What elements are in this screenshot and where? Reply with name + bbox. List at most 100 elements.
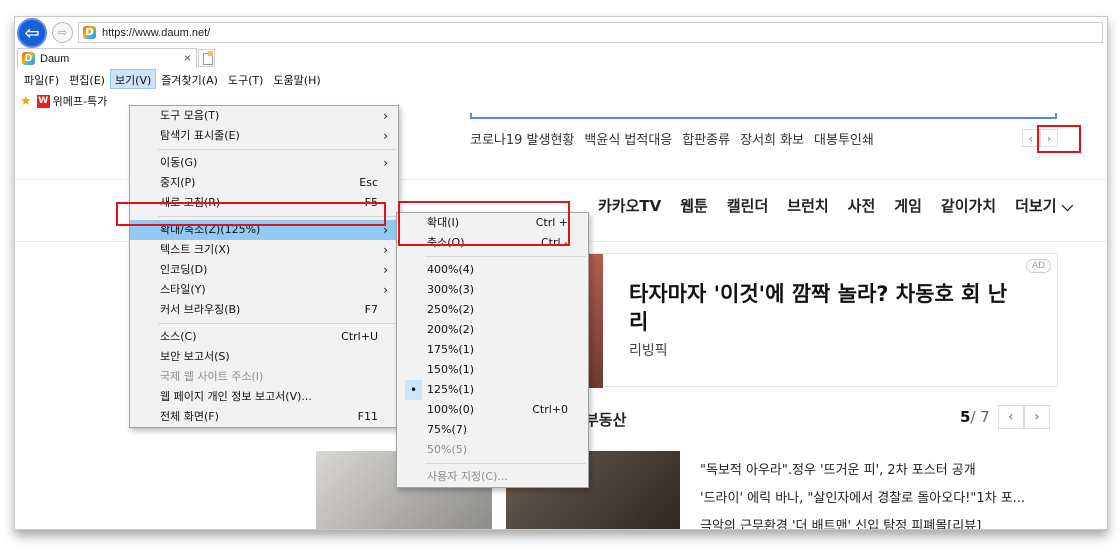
menu-item[interactable]: 250%(2) (397, 300, 588, 320)
menu-item-label: 150%(1) (427, 363, 475, 376)
submenu-arrow-icon: › (383, 129, 388, 143)
menu-item-label: 인코딩(D) (160, 263, 208, 276)
menu-item[interactable]: 175%(1) (397, 340, 588, 360)
menu-item[interactable]: 전체 화면(F) F11 (130, 407, 398, 427)
menu-item-label: 175%(1) (427, 343, 475, 356)
search-box-edge[interactable] (470, 113, 1057, 119)
wemakeprice-icon: W (36, 94, 50, 108)
close-tab-icon[interactable]: × (184, 51, 191, 65)
daum-favicon-icon: D (83, 26, 96, 39)
submenu-arrow-icon: › (383, 283, 388, 297)
menubar-item[interactable]: 도구(T) (223, 69, 269, 89)
menu-item[interactable]: 이동(G) › (130, 153, 398, 173)
menu-item-label: 전체 화면(F) (160, 410, 219, 423)
pager-total: / 7 (970, 408, 990, 426)
annotation-box-zoom-in-out (398, 201, 570, 246)
menu-item[interactable]: 도구 모음(T) › (130, 106, 398, 126)
service-link[interactable]: 브런치 (787, 195, 828, 216)
menubar-item[interactable]: 보기(V) (109, 69, 157, 89)
screenshot-stage: ⇦ ⇨ D https://www.daum.net/ D Daum × 파일(… (0, 0, 1120, 552)
menu-item-label: 소스(C) (160, 330, 197, 343)
menu-item[interactable]: 소스(C) Ctrl+U (130, 327, 398, 347)
ad-title[interactable]: 타자마자 '이것'에 깜짝 놀라? 차동호 회 난리 (629, 280, 1019, 336)
menubar-item[interactable]: 파일(F) (19, 69, 64, 89)
news-pager: 5 / 7 ‹ › (960, 405, 1050, 429)
favorite-item[interactable]: 위메프-특가 (53, 93, 108, 109)
menubar-item[interactable]: 즐겨찾기(A) (156, 69, 223, 89)
ad-banner[interactable]: AD 타자마자 '이것'에 깜짝 놀라? 차동호 회 난리 리빙픽 (588, 253, 1058, 388)
menu-item[interactable]: 커서 브라우징(B) F7 (130, 300, 398, 320)
menu-separator (425, 256, 586, 257)
menu-item: 사용자 지정(C)... (397, 467, 588, 487)
news-prev-icon[interactable]: ‹ (997, 405, 1024, 429)
tab-real-estate[interactable]: 부동산 (585, 409, 626, 430)
menu-item-label: 400%(4) (427, 263, 475, 276)
menu-item[interactable]: 스타일(Y) › (130, 280, 398, 300)
trending-keyword[interactable]: 코로나19 발생현황 (470, 129, 574, 148)
menubar-item[interactable]: 도움말(H) (268, 69, 325, 89)
ad-badge: AD (1025, 259, 1051, 273)
menubar-item[interactable]: 편집(E) (64, 69, 110, 89)
service-link[interactable]: 캘린더 (727, 195, 768, 216)
menu-item-label: 100%(0) (427, 403, 475, 416)
menu-item-shortcut: Esc (359, 176, 378, 189)
service-link[interactable]: 게임 (894, 195, 922, 216)
menu-item[interactable]: 보안 보고서(S) (130, 347, 398, 367)
menu-item[interactable]: 150%(1) (397, 360, 588, 380)
service-link[interactable]: 더보기 ⌵ (1015, 195, 1073, 216)
service-link[interactable]: 카카오TV (598, 195, 661, 216)
submenu-arrow-icon: › (383, 109, 388, 123)
menu-item[interactable]: 200%(2) (397, 320, 588, 340)
headline-item[interactable]: "독보적 아우라".정우 '뜨거운 피', 2차 포스터 공개 (700, 457, 1025, 485)
pager-current: 5 (960, 408, 971, 426)
menu-item[interactable]: • 125%(1) (397, 380, 588, 400)
favorites-star-icon[interactable]: ★ (20, 94, 32, 109)
service-link[interactable]: 사전 (848, 195, 876, 216)
menu-item-label: 국제 웹 사이트 주소(I) (160, 370, 264, 383)
zoom-submenu: 확대(I) Ctrl + 축소(O) Ctrl -400%(4) 300%(3) 250%… (396, 212, 589, 488)
trending-keyword[interactable]: 장서희 화보 (740, 129, 804, 148)
menu-separator (158, 323, 396, 324)
checked-bullet-icon: • (405, 380, 422, 400)
view-menu: 도구 모음(T) › 탐색기 표시줄(E) › 이동(G) › 중지(P) Esc 새로 고침(… (129, 105, 399, 428)
menu-item[interactable]: 웹 페이지 개인 정보 보고서(V)... (130, 387, 398, 407)
headline-list: "독보적 아우라".정우 '뜨거운 피', 2차 포스터 공개 '드라이' 에릭 … (700, 457, 1025, 529)
service-nav: 카카오TV 웹툰 캘린더 브런치 사전 게임 같이가치 더보기 ⌵ (598, 195, 1092, 216)
back-button[interactable]: ⇦ (17, 18, 47, 48)
menu-item-label: 웹 페이지 개인 정보 보고서(V)... (160, 390, 312, 403)
submenu-arrow-icon: › (383, 263, 388, 277)
ad-image (589, 254, 603, 388)
menu-item[interactable]: 400%(4) (397, 260, 588, 280)
menu-item[interactable]: 중지(P) Esc (130, 173, 398, 193)
trending-keyword[interactable]: 대봉투인쇄 (814, 129, 874, 148)
menu-item-label: 사용자 지정(C)... (427, 470, 508, 483)
tab-bar: D Daum × (15, 48, 1107, 68)
tab-daum[interactable]: D Daum × (17, 48, 197, 68)
url-text[interactable]: https://www.daum.net/ (102, 27, 210, 39)
menu-item-label: 125%(1) (427, 383, 475, 396)
new-tab-button[interactable] (198, 49, 215, 67)
menu-item[interactable]: 텍스트 크기(X) › (130, 240, 398, 260)
menu-separator (425, 463, 586, 464)
menu-item-shortcut: Ctrl+0 (532, 403, 568, 416)
headline-item[interactable]: '드라이' 에릭 바나, "살인자에서 경찰로 돌아오다!"1차 포... (700, 485, 1025, 513)
trending-keyword[interactable]: 백윤식 법적대응 (584, 129, 672, 148)
trending-keyword[interactable]: 합판종류 (682, 129, 730, 148)
menu-item: 국제 웹 사이트 주소(I) (130, 367, 398, 387)
menu-item[interactable]: 75%(7) (397, 420, 588, 440)
daum-tab-icon: D (22, 52, 35, 65)
menu-item: 50%(5) (397, 440, 588, 460)
menu-item-label: 250%(2) (427, 303, 475, 316)
service-link[interactable]: 웹툰 (680, 195, 708, 216)
menu-item[interactable]: 탐색기 표시줄(E) › (130, 126, 398, 146)
menu-item-label: 300%(3) (427, 283, 475, 296)
news-next-icon[interactable]: › (1023, 405, 1050, 429)
menu-item[interactable]: 인코딩(D) › (130, 260, 398, 280)
headline-item[interactable]: 극악의 근무환경 '더 배트맨' 신입 탐정 피폐몰[리뷰] (700, 513, 1025, 529)
forward-button[interactable]: ⇨ (52, 22, 73, 43)
service-link[interactable]: 같이가치 (941, 195, 996, 216)
menu-item[interactable]: 100%(0) Ctrl+0 (397, 400, 588, 420)
url-field[interactable]: D https://www.daum.net/ (78, 22, 1103, 43)
trending-keywords: 코로나19 발생현황 백윤식 법적대응 합판종류 장서희 화보 대봉투인쇄 (470, 129, 884, 148)
menu-item[interactable]: 300%(3) (397, 280, 588, 300)
